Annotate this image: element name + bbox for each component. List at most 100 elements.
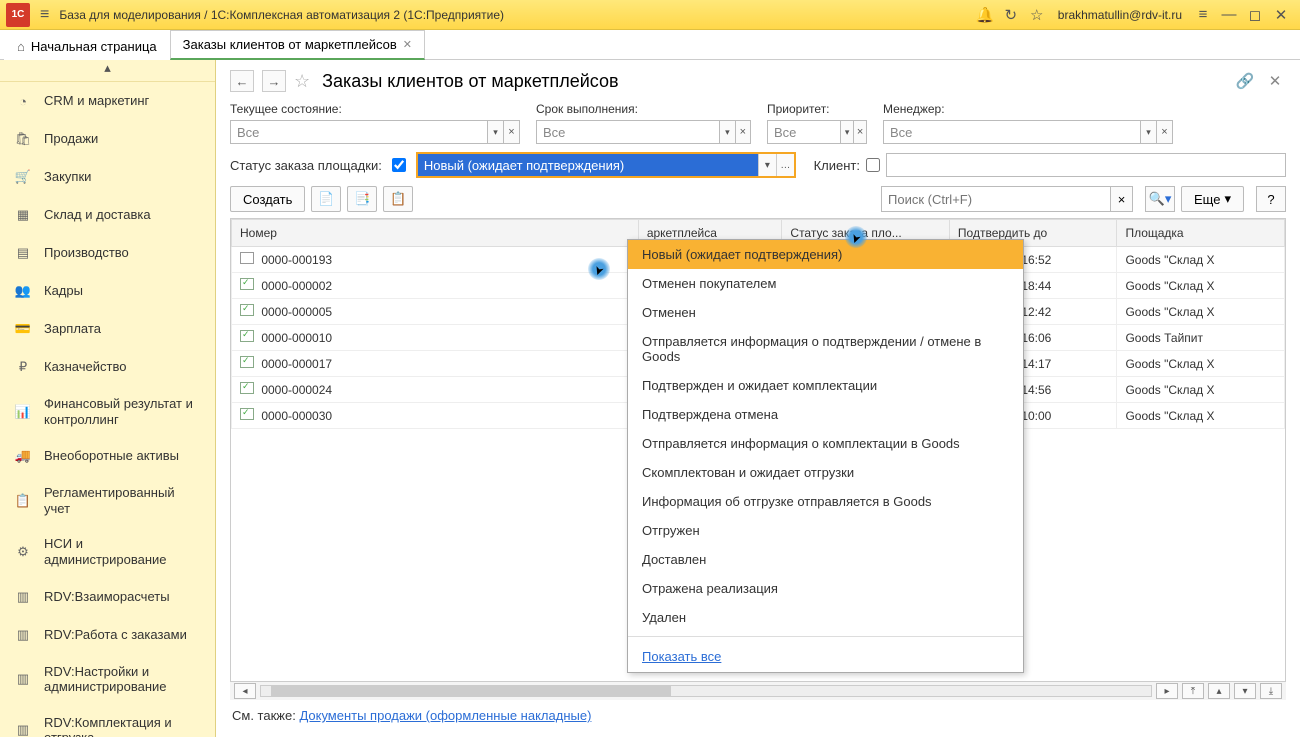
scroll-thumb[interactable]: [271, 686, 671, 696]
search-clear-icon[interactable]: ×: [1111, 186, 1133, 212]
tab-orders[interactable]: Заказы клиентов от маркетплейсов ✕: [170, 30, 425, 60]
find-button[interactable]: 🔍▾: [1145, 186, 1175, 212]
settings-icon[interactable]: ≡: [1190, 6, 1216, 23]
priority-clear-icon[interactable]: ×: [854, 120, 867, 144]
sidebar-item-10[interactable]: 📋Регламентированный учет: [0, 475, 215, 526]
deadline-dropdown-icon[interactable]: ▾: [720, 120, 735, 144]
row-status-icon: [240, 356, 254, 368]
status-checkbox[interactable]: [392, 158, 406, 172]
copy-button[interactable]: 📄: [311, 186, 341, 212]
action2-button[interactable]: 📋: [383, 186, 413, 212]
sidebar-item-8[interactable]: 📊Финансовый результат и контроллинг: [0, 386, 215, 437]
close-window-icon[interactable]: ✕: [1268, 6, 1294, 24]
link-icon[interactable]: 🔗: [1234, 70, 1256, 92]
scroll-left-icon[interactable]: ◂: [234, 683, 256, 699]
dropdown-item[interactable]: Отправляется информация о подтверждении …: [628, 327, 1023, 371]
favorite-icon[interactable]: ☆: [294, 71, 310, 92]
sidebar-item-9[interactable]: 🚚Внеоборотные активы: [0, 437, 215, 475]
sidebar-icon: ▥: [14, 670, 32, 688]
menu-icon[interactable]: ≡: [40, 6, 49, 24]
help-button[interactable]: ?: [1256, 186, 1286, 212]
status-combo[interactable]: ▾ …: [416, 152, 796, 178]
sidebar-item-4[interactable]: ▤Производство: [0, 234, 215, 272]
state-input[interactable]: [230, 120, 488, 144]
app-logo: 1C: [6, 3, 30, 27]
client-checkbox[interactable]: [866, 158, 880, 172]
dropdown-item[interactable]: Отражена реализация: [628, 574, 1023, 603]
horizontal-scrollbar[interactable]: ◂ ▸ ⤒ ▴ ▾ ⤓: [230, 682, 1286, 700]
scroll-down-icon[interactable]: ▾: [1234, 683, 1256, 699]
history-icon[interactable]: ↻: [998, 6, 1024, 24]
dropdown-item[interactable]: Удален: [628, 603, 1023, 632]
status-dropdown-popup: Новый (ожидает подтверждения)Отменен пок…: [627, 239, 1024, 673]
sidebar-item-14[interactable]: ▥RDV:Настройки и администрирование: [0, 654, 215, 705]
minimize-icon[interactable]: —: [1216, 6, 1242, 23]
dropdown-item[interactable]: Отгружен: [628, 516, 1023, 545]
sidebar-item-3[interactable]: ▦Склад и доставка: [0, 196, 215, 234]
bell-icon[interactable]: 🔔: [972, 6, 998, 24]
row-status-icon: [240, 330, 254, 342]
scroll-up-icon[interactable]: ▴: [1208, 683, 1230, 699]
table-header[interactable]: Номер: [232, 220, 639, 247]
sidebar-item-7[interactable]: ₽Казначейство: [0, 348, 215, 386]
priority-dropdown-icon[interactable]: ▾: [841, 120, 854, 144]
sidebar-item-5[interactable]: 👥Кадры: [0, 272, 215, 310]
dropdown-item[interactable]: Скомплектован и ожидает отгрузки: [628, 458, 1023, 487]
status-input[interactable]: [418, 154, 758, 176]
star-icon[interactable]: ☆: [1024, 6, 1050, 24]
create-button[interactable]: Создать: [230, 186, 305, 212]
tab-close-icon[interactable]: ✕: [403, 38, 412, 51]
manager-dropdown-icon[interactable]: ▾: [1141, 120, 1157, 144]
deadline-clear-icon[interactable]: ×: [736, 120, 751, 144]
sidebar-item-1[interactable]: 🛍Продажи: [0, 120, 215, 158]
sidebar-item-2[interactable]: 🛒Закупки: [0, 158, 215, 196]
sidebar-item-15[interactable]: ▥RDV:Комплектация и отгрузка: [0, 705, 215, 737]
sidebar-collapse[interactable]: ▴: [0, 60, 215, 82]
scroll-track[interactable]: [260, 685, 1152, 697]
sidebar-item-11[interactable]: ⚙НСИ и администрирование: [0, 526, 215, 577]
scroll-bottom-icon[interactable]: ⤓: [1260, 683, 1282, 699]
dropdown-item[interactable]: Отправляется информация о комплектации в…: [628, 429, 1023, 458]
maximize-icon[interactable]: ◻: [1242, 6, 1268, 24]
titlebar: 1C ≡ База для моделирования / 1С:Комплек…: [0, 0, 1300, 30]
deadline-input[interactable]: [536, 120, 720, 144]
state-dropdown-icon[interactable]: ▾: [488, 120, 504, 144]
content: ← → ☆ Заказы клиентов от маркетплейсов 🔗…: [216, 60, 1300, 737]
tab-home[interactable]: ⌂ Начальная страница: [4, 32, 170, 60]
dropdown-item[interactable]: Отменен: [628, 298, 1023, 327]
action1-button[interactable]: 📑: [347, 186, 377, 212]
dropdown-item[interactable]: Новый (ожидает подтверждения): [628, 240, 1023, 269]
nav-back-button[interactable]: ←: [230, 70, 254, 92]
scroll-top-icon[interactable]: ⤒: [1182, 683, 1204, 699]
dropdown-item[interactable]: Отменен покупателем: [628, 269, 1023, 298]
search-input[interactable]: [881, 186, 1111, 212]
client-input[interactable]: [886, 153, 1286, 177]
scroll-right-icon[interactable]: ▸: [1156, 683, 1178, 699]
sidebar-icon: ◔: [14, 92, 32, 110]
table-header[interactable]: Площадка: [1117, 220, 1285, 247]
dropdown-item[interactable]: Подтвержден и ожидает комплектации: [628, 371, 1023, 400]
popup-show-all[interactable]: Показать все: [628, 641, 1023, 672]
manager-input[interactable]: [883, 120, 1141, 144]
sidebar-item-13[interactable]: ▥RDV:Работа с заказами: [0, 616, 215, 654]
sidebar-item-0[interactable]: ◔CRM и маркетинг: [0, 82, 215, 120]
footer-link[interactable]: Документы продажи (оформленные накладные…: [299, 708, 591, 723]
status-dropdown-icon[interactable]: ▾: [758, 154, 776, 176]
nav-forward-button[interactable]: →: [262, 70, 286, 92]
status-filter-row: Статус заказа площадки: ▾ … Клиент:: [230, 152, 1286, 178]
sidebar-item-12[interactable]: ▥RDV:Взаиморасчеты: [0, 578, 215, 616]
dropdown-item[interactable]: Подтверждена отмена: [628, 400, 1023, 429]
state-label: Текущее состояние:: [230, 102, 520, 116]
state-clear-icon[interactable]: ×: [504, 120, 520, 144]
popup-separator: [628, 636, 1023, 637]
dropdown-item[interactable]: Доставлен: [628, 545, 1023, 574]
user-label[interactable]: brakhmatullin@rdv-it.ru: [1058, 8, 1182, 22]
sidebar-item-6[interactable]: 💳Зарплата: [0, 310, 215, 348]
more-button[interactable]: Еще ▾: [1181, 186, 1244, 212]
home-icon: ⌂: [17, 39, 25, 54]
manager-clear-icon[interactable]: ×: [1157, 120, 1173, 144]
priority-input[interactable]: [767, 120, 841, 144]
status-dots-icon[interactable]: …: [776, 154, 794, 176]
close-page-icon[interactable]: ✕: [1264, 70, 1286, 92]
dropdown-item[interactable]: Информация об отгрузке отправляется в Go…: [628, 487, 1023, 516]
